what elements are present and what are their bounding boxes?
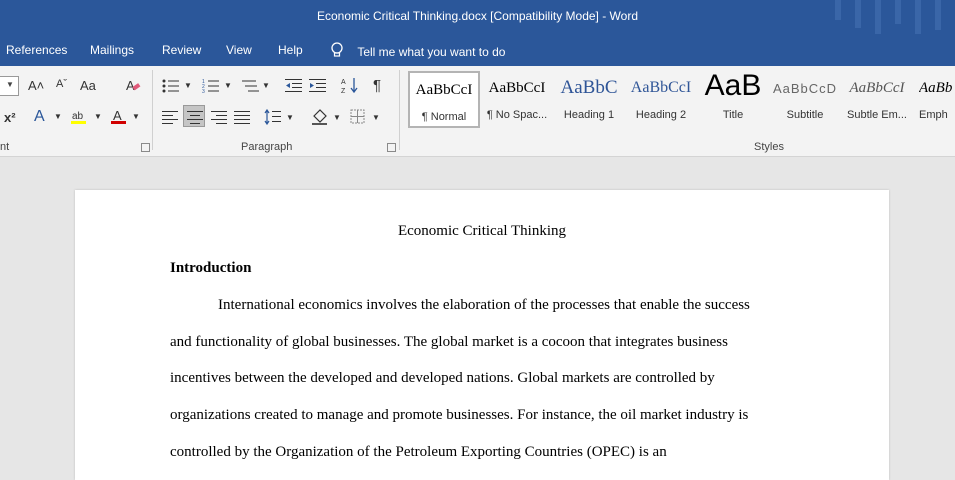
style-heading-1[interactable]: AaBbC Heading 1	[553, 71, 625, 128]
tab-mailings[interactable]: Mailings	[90, 43, 134, 57]
style-name: ¶ No Spac...	[486, 109, 548, 121]
style-subtle-emphasis[interactable]: AaBbCcI Subtle Em...	[841, 71, 913, 128]
style-preview: AaBbCcI	[630, 79, 692, 96]
style-name: Subtle Em...	[847, 109, 907, 121]
tab-references[interactable]: References	[6, 43, 67, 57]
change-case-button[interactable]: Aa	[80, 78, 96, 93]
sort-icon[interactable]: AZ	[341, 76, 359, 99]
chevron-down-icon: ▼	[6, 80, 14, 89]
text-effects-button[interactable]: A	[34, 108, 45, 126]
styles-group-label: Styles	[754, 141, 784, 153]
chevron-down-icon[interactable]: ▼	[224, 81, 232, 90]
numbering-icon[interactable]: 123	[202, 78, 220, 99]
style-preview: AaBb	[919, 80, 953, 96]
body-line: incentives between the developed and dev…	[170, 370, 715, 386]
chevron-down-icon[interactable]: ▼	[54, 112, 62, 121]
paragraph-group-label: Paragraph	[241, 141, 293, 153]
body-line: organizations created to manage and prom…	[170, 407, 749, 423]
bullets-icon[interactable]	[162, 78, 180, 99]
increase-indent-icon[interactable]	[309, 78, 327, 99]
title-bar-pattern	[835, 0, 841, 20]
multilevel-list-icon[interactable]	[242, 78, 260, 99]
body-line: controlled by the Organization of the Pe…	[170, 444, 667, 460]
borders-icon[interactable]	[350, 109, 366, 130]
style-heading-2[interactable]: AaBbCcI Heading 2	[625, 71, 697, 128]
show-formatting-icon[interactable]: ¶	[373, 77, 381, 94]
line-spacing-icon[interactable]	[264, 108, 282, 130]
tab-view[interactable]: View	[226, 43, 252, 57]
title-bar-pattern	[935, 0, 941, 30]
group-divider	[152, 70, 153, 150]
clear-formatting-icon[interactable]: A	[124, 76, 142, 99]
style-name: Subtitle	[786, 109, 824, 121]
chevron-down-icon[interactable]: ▼	[262, 81, 270, 90]
tab-help[interactable]: Help	[278, 43, 303, 57]
style-preview: AaBbCcI	[415, 82, 473, 98]
chevron-down-icon[interactable]: ▼	[184, 81, 192, 90]
body-line: International economics involves the ela…	[218, 297, 750, 313]
svg-text:Z: Z	[341, 88, 346, 94]
title-bar-pattern	[895, 0, 901, 24]
style-preview: AaBbC	[560, 77, 618, 98]
body-line: and functionality of global businesses. …	[170, 334, 728, 350]
style-emphasis[interactable]: AaBb Emph	[913, 71, 955, 128]
style-name: Emph	[919, 109, 948, 121]
title-bar-pattern	[915, 0, 921, 34]
align-left-icon[interactable]	[162, 109, 180, 130]
style-no-spacing[interactable]: AaBbCcI ¶ No Spac...	[481, 71, 553, 128]
lightbulb-icon	[330, 42, 347, 61]
svg-text:A: A	[113, 108, 122, 123]
styles-gallery: AaBbCcI ¶ Normal AaBbCcI ¶ No Spac... Aa…	[408, 69, 955, 133]
group-divider	[399, 70, 400, 150]
highlight-icon[interactable]: ab	[70, 108, 88, 131]
style-preview: AaBbCcD	[772, 81, 838, 96]
svg-text:ab: ab	[72, 111, 84, 122]
font-color-icon[interactable]: A	[110, 108, 128, 131]
chevron-down-icon[interactable]: ▼	[286, 113, 294, 122]
style-name: Heading 1	[563, 109, 615, 121]
font-size-dropdown[interactable]: ▼	[0, 76, 19, 96]
justify-icon[interactable]	[234, 109, 252, 130]
style-preview: AaB	[704, 69, 762, 102]
style-preview: AaBbCcI	[849, 80, 905, 96]
title-bar: Economic Critical Thinking.docx [Compati…	[0, 0, 955, 34]
svg-text:A: A	[126, 78, 135, 93]
style-subtitle[interactable]: AaBbCcD Subtitle	[769, 71, 841, 128]
decrease-indent-icon[interactable]	[285, 78, 303, 99]
title-bar-pattern	[875, 0, 881, 34]
tell-me-text: Tell me what you want to do	[357, 44, 506, 59]
font-dialog-launcher[interactable]	[141, 143, 150, 152]
align-right-icon[interactable]	[210, 109, 228, 130]
chevron-down-icon[interactable]: ▼	[333, 113, 341, 122]
style-name: ¶ Normal	[421, 111, 467, 123]
ribbon-tabs: References Mailings Review View Help Tel…	[0, 34, 955, 66]
shrink-font-button[interactable]: Aˇ	[56, 78, 67, 90]
svg-text:3: 3	[202, 89, 205, 94]
chevron-down-icon[interactable]: ▼	[132, 112, 140, 121]
style-title[interactable]: AaB Title	[697, 69, 769, 128]
style-name: Heading 2	[635, 109, 687, 121]
section-heading: Introduction	[170, 260, 252, 276]
shading-icon[interactable]	[311, 108, 329, 131]
document-title: Economic Critical Thinking	[397, 223, 567, 239]
svg-text:A: A	[341, 79, 346, 86]
tab-review[interactable]: Review	[162, 43, 201, 57]
document-page[interactable]: Economic Critical Thinking Introduction …	[75, 190, 889, 480]
tell-me-box[interactable]: Tell me what you want to do	[330, 42, 505, 61]
ribbon: ▼ A˄ Aˇ Aa A x² A ▼ ab ▼ A ▼ nt ▼ 123 ▼ …	[0, 66, 955, 157]
style-name: Title	[722, 109, 744, 121]
chevron-down-icon[interactable]: ▼	[372, 113, 380, 122]
style-preview: AaBbCcI	[488, 80, 546, 96]
chevron-down-icon[interactable]: ▼	[94, 112, 102, 121]
title-bar-pattern	[855, 0, 861, 28]
superscript-button[interactable]: x²	[4, 110, 16, 125]
window-title: Economic Critical Thinking.docx [Compati…	[316, 9, 638, 23]
font-group-label: nt	[0, 141, 10, 153]
style-normal[interactable]: AaBbCcI ¶ Normal	[408, 71, 480, 128]
paragraph-dialog-launcher[interactable]	[387, 143, 396, 152]
grow-font-button[interactable]: A˄	[28, 78, 44, 93]
align-center-icon[interactable]	[183, 105, 205, 127]
